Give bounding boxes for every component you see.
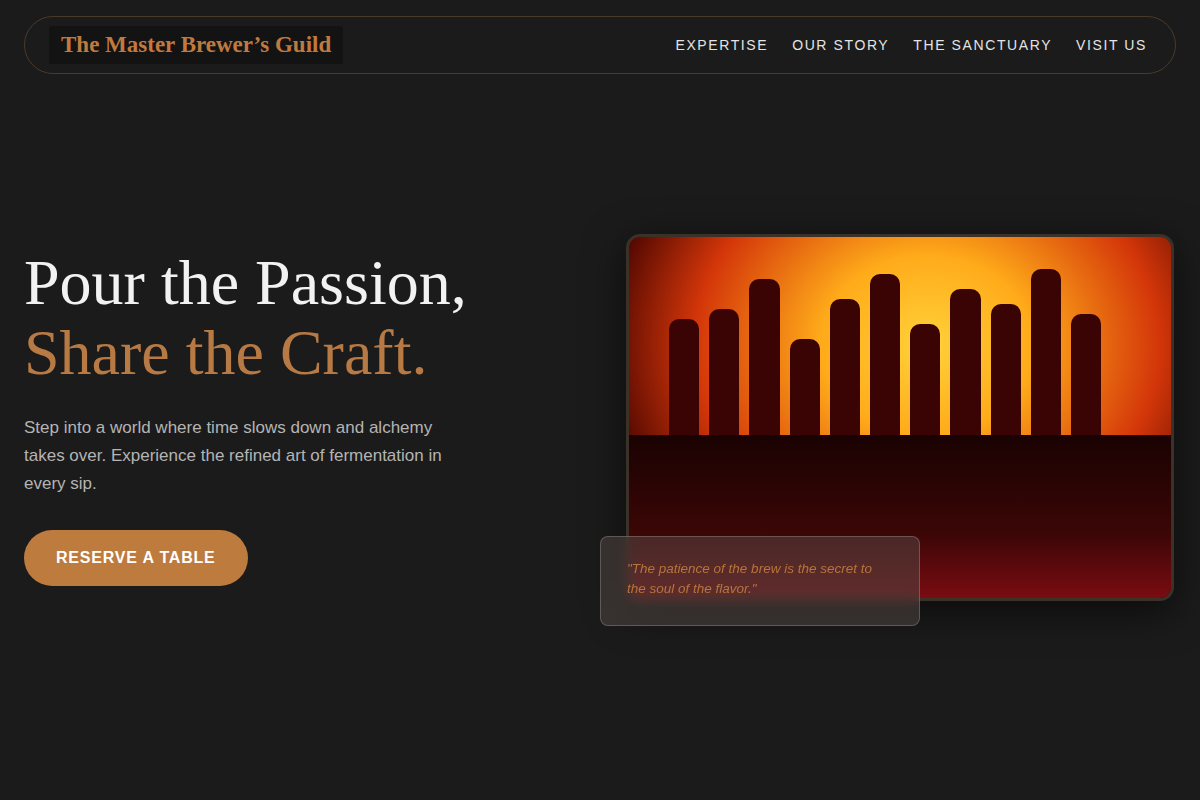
top-nav: The Master Brewer’s Guild EXPERTISE OUR S… (24, 16, 1176, 74)
quote-card: "The patience of the brew is the secret … (600, 536, 920, 626)
nav-link[interactable]: OUR STORY (792, 35, 889, 56)
hero: Pour the Passion, Share the Craft. Step … (24, 74, 1176, 800)
hero-title: Pour the Passion, Share the Craft. (24, 248, 600, 388)
hero-description: Step into a world where time slows down … (24, 414, 464, 498)
hero-media: "The patience of the brew is the secret … (600, 234, 1176, 601)
nav-link[interactable]: EXPERTISE (675, 35, 768, 56)
quote-text: "The patience of the brew is the secret … (627, 559, 893, 599)
title-line: Pour the Passion, (24, 248, 600, 318)
nav-links: EXPERTISE OUR STORY THE SANCTUARY VISIT US (675, 35, 1147, 56)
title-line-accent: Share the Craft. (24, 318, 600, 388)
nav-link[interactable]: VISIT US (1076, 35, 1147, 56)
logo[interactable]: The Master Brewer’s Guild (49, 26, 343, 65)
nav-link[interactable]: THE SANCTUARY (913, 35, 1052, 56)
hero-text: Pour the Passion, Share the Craft. Step … (24, 248, 600, 586)
page: The Master Brewer’s Guild EXPERTISE OUR S… (0, 0, 1200, 800)
reserve-button[interactable]: RESERVE A TABLE (24, 530, 248, 586)
